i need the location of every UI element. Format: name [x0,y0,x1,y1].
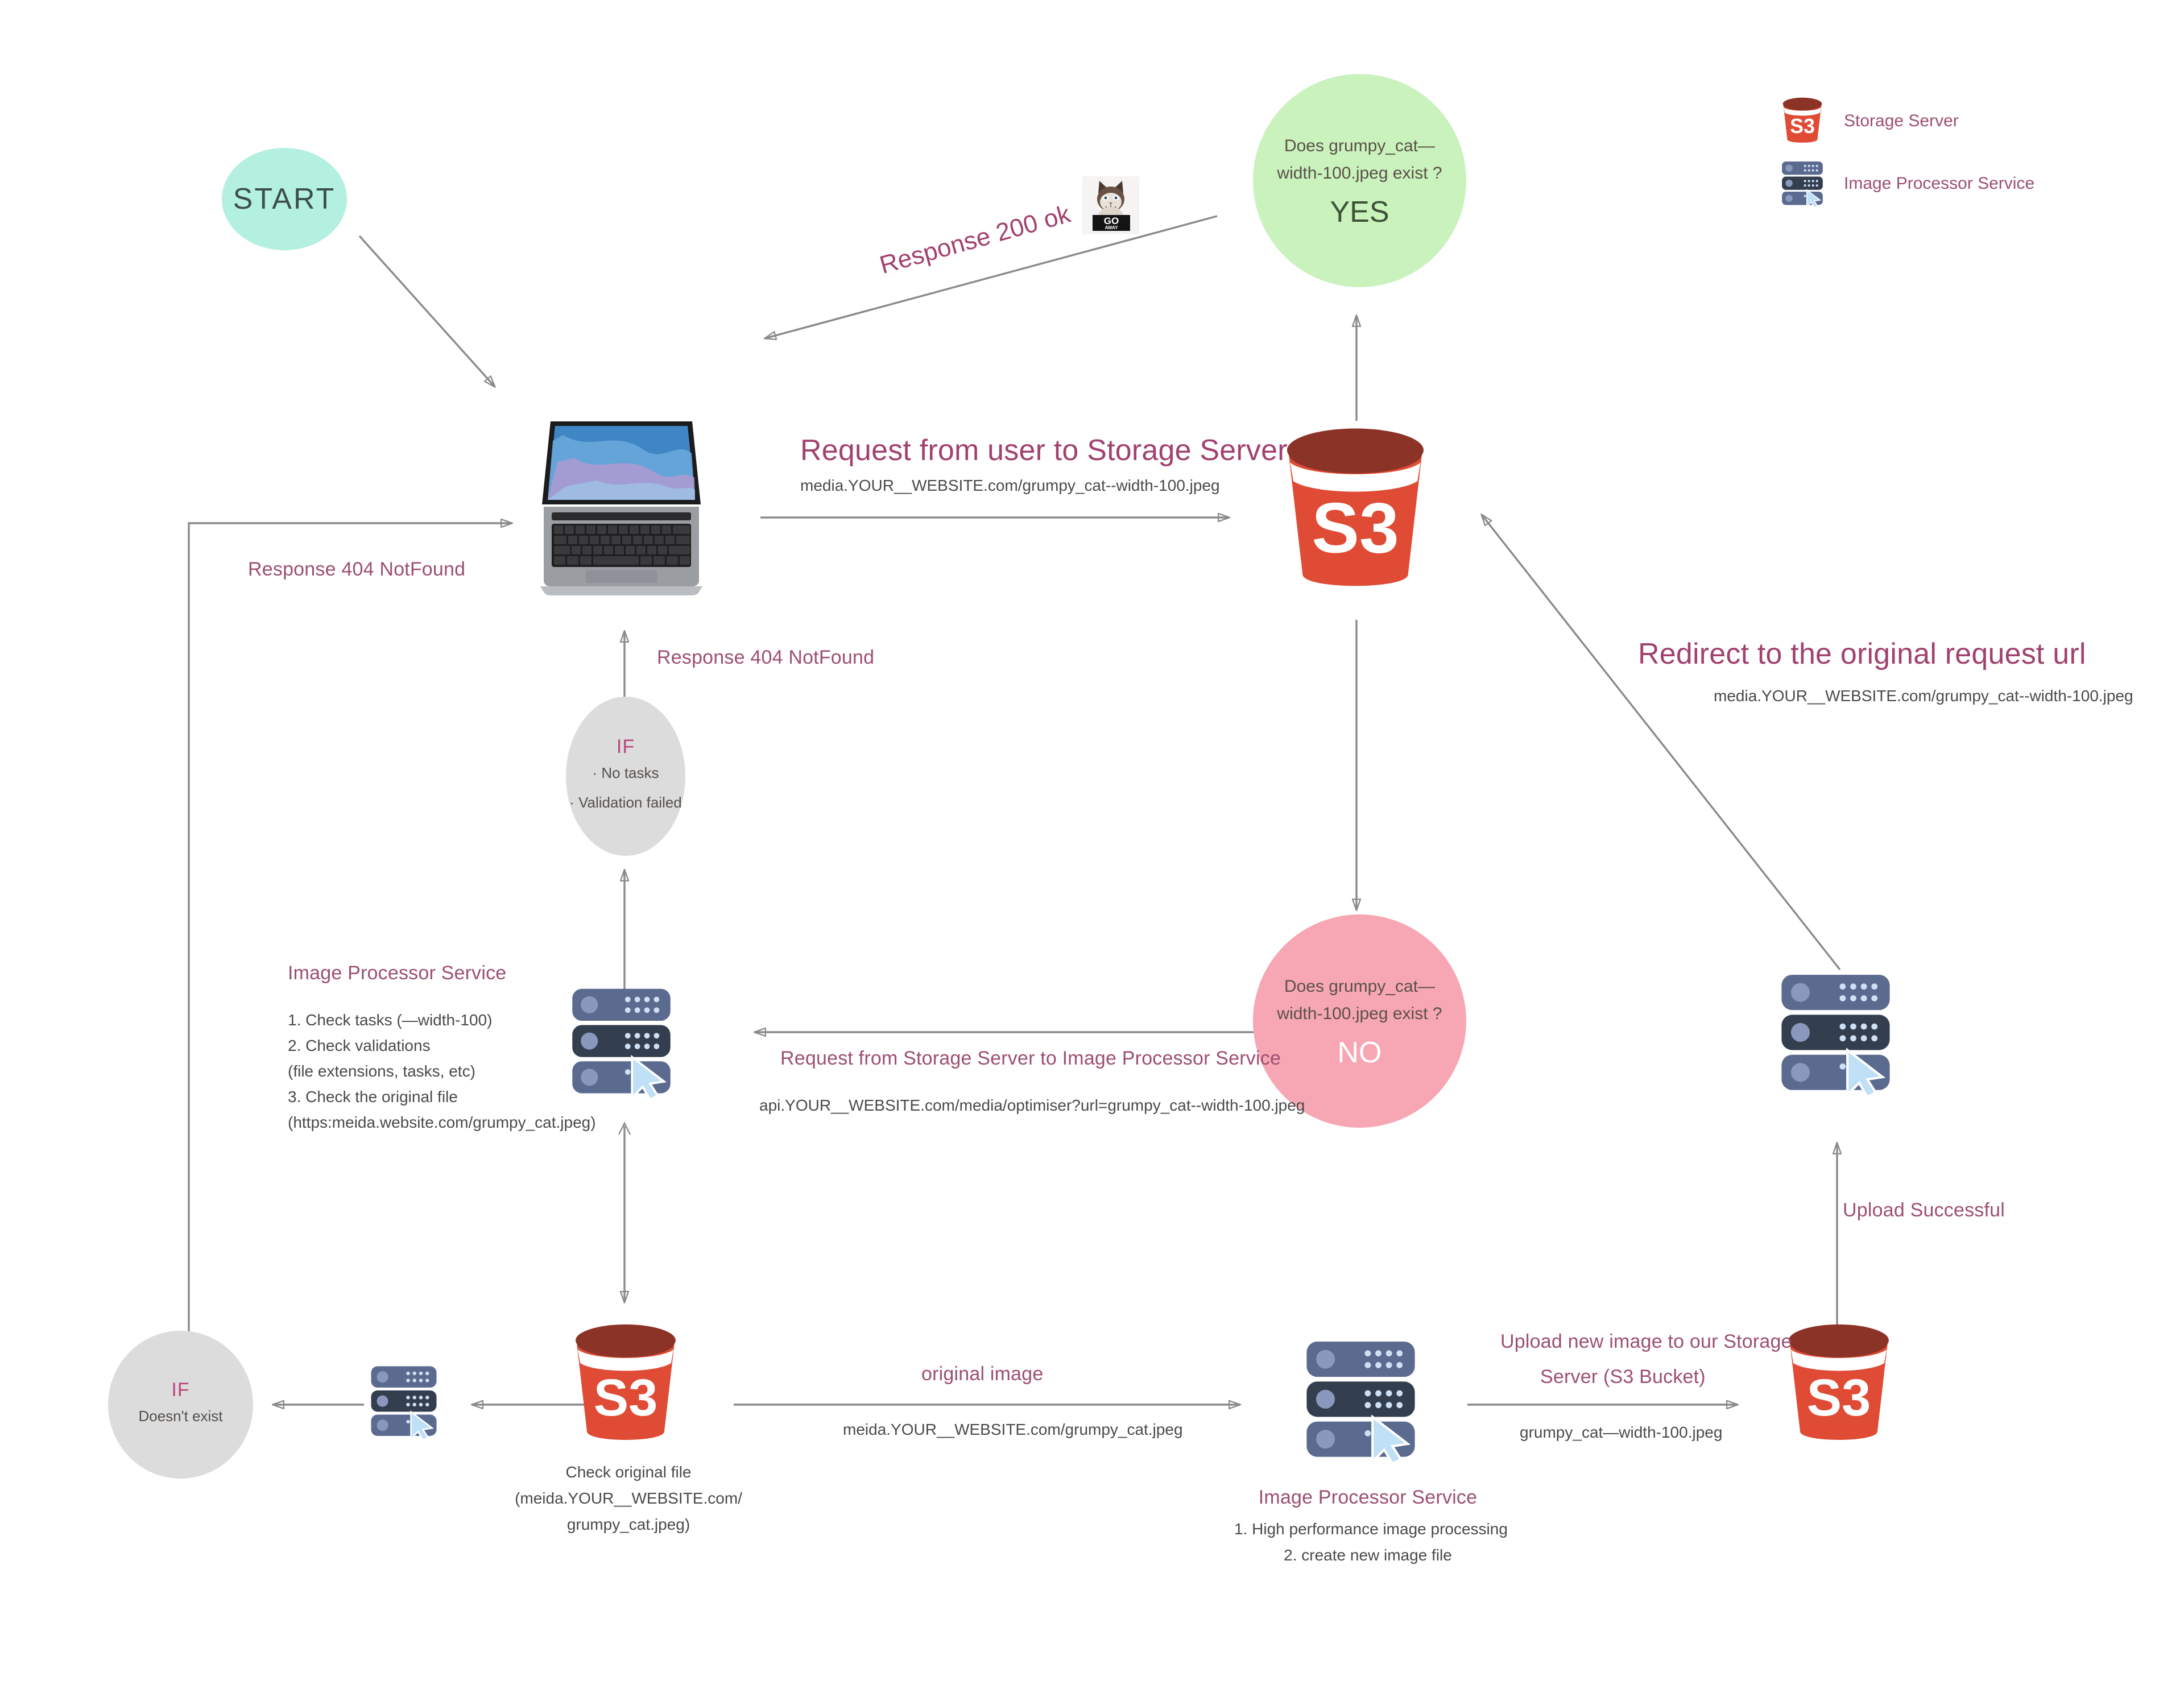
edge-label-response-404-left: Response 404 NotFound [248,558,466,580]
decision-yes-question-line1: Does grumpy_cat— [1284,136,1436,155]
decision-no-answer: NO [1337,1036,1382,1069]
annotation-processor-bottom-line-2: 2. create new image file [1284,1546,1452,1564]
annotation-processor-left-line-5: (https:meida.website.com/grumpy_cat.jpeg… [288,1113,596,1131]
s3-bucket-upload-target: S3 [1779,1322,1898,1447]
user-laptop-icon [540,418,702,600]
edge-label-request-storage-to-processor-title: Request from Storage Server to Image Pro… [780,1048,1281,1069]
meme-bottom-text: AWAY [1105,225,1118,230]
server-image-processor-right [1774,972,1897,1095]
server-image-processor-small [367,1365,441,1439]
edge-label-original-image-url: meida.YOUR__WEBSITE.com/grumpy_cat.jpeg [843,1421,1183,1438]
s3-bucket-main: S3 [1273,425,1438,596]
annotation-check-original-file-line-1: Check original file [565,1463,692,1481]
decision-yes-answer: YES [1330,195,1389,229]
annotation-processor-left-line-1: 1. Check tasks (—width-100) [288,1011,493,1029]
node-if-validation: IF · No tasks · Validation failed [566,697,685,856]
annotation-check-original-file-line-2: (meida.YOUR__WEBSITE.com/ [515,1489,742,1507]
if-validation-item-1: · No tasks [592,764,659,781]
server-image-processor-middle [566,987,677,1098]
edge-label-upload-title-line2: Server (S3 Bucket) [1540,1366,1706,1388]
edge-label-request-user-to-storage-url: media.YOUR__WEBSITE.com/grumpy_cat--widt… [800,477,1220,494]
svg-text:S3: S3 [1312,488,1399,568]
edge-label-request-storage-to-processor-url: api.YOUR__WEBSITE.com/media/optimiser?ur… [759,1096,1305,1114]
legend-label-image-processor: Image Processor Service [1844,174,2035,193]
node-start-label: START [233,183,336,216]
legend-label-storage-server: Storage Server [1844,111,1959,130]
node-start: START [222,148,347,250]
annotation-check-original-file-line-3: grumpy_cat.jpeg) [566,1516,690,1533]
legend: S3 Storage Server Image Processor Servic… [1780,97,2121,222]
edge-label-redirect-title: Redirect to the original request url [1638,637,2086,670]
server-rack-icon [1780,160,1825,207]
edge-label-original-image-title: original image [921,1363,1044,1385]
decision-no-question-line1: Does grumpy_cat— [1284,976,1436,996]
if-not-exist-item-1: Doesn't exist [138,1407,223,1425]
grumpy-cat-meme-image: GO AWAY [1082,176,1139,234]
legend-item-image-processor: Image Processor Service [1780,160,2034,207]
server-image-processor-bottom [1300,1339,1422,1462]
s3-bucket-original: S3 [566,1322,685,1447]
if-validation-title: IF [616,735,635,757]
if-validation-item-2: · Validation failed [569,793,682,811]
annotation-processor-bottom-line-1: 1. High performance image processing [1234,1520,1508,1538]
svg-text:S3: S3 [1790,115,1815,138]
annotation-processor-left-title: Image Processor Service [288,962,507,984]
annotation-processor-bottom-title: Image Processor Service [1258,1487,1478,1508]
decision-no-question-line2: width-100.jpeg exist ? [1277,1004,1442,1023]
edge-label-upload-successful: Upload Successful [1843,1199,2005,1221]
node-if-not-exist: IF Doesn't exist [108,1331,253,1479]
edge-label-upload-title-line1: Upload new image to our Storage [1500,1331,1792,1352]
edge-label-response-200: Response 200 ok [876,200,1074,280]
if-not-exist-title: IF [171,1378,190,1401]
svg-text:S3: S3 [1807,1369,1871,1427]
node-decision-yes: Does grumpy_cat— width-100.jpeg exist ? … [1253,74,1466,287]
annotation-processor-left-line-2: 2. Check validations [288,1037,431,1054]
diagram-canvas: S3 Storage Server Image Processor Servic… [0,0,2184,1685]
edge-label-upload-url: grumpy_cat—width-100.jpeg [1520,1423,1723,1441]
annotation-processor-left-line-4: 3. Check the original file [288,1088,458,1106]
decision-yes-question-line2: width-100.jpeg exist ? [1277,163,1442,183]
s3-bucket-icon: S3 [1780,97,1825,146]
legend-item-storage-server: S3 Storage Server [1780,97,1959,146]
edge-label-redirect-url: media.YOUR__WEBSITE.com/grumpy_cat--widt… [1714,687,2133,705]
annotation-processor-left-line-3: (file extensions, tasks, etc) [288,1062,475,1080]
svg-text:S3: S3 [594,1369,658,1427]
edge-label-response-404-up: Response 404 NotFound [657,647,875,668]
edge-label-request-user-to-storage-title: Request from user to Storage Server [800,434,1288,467]
